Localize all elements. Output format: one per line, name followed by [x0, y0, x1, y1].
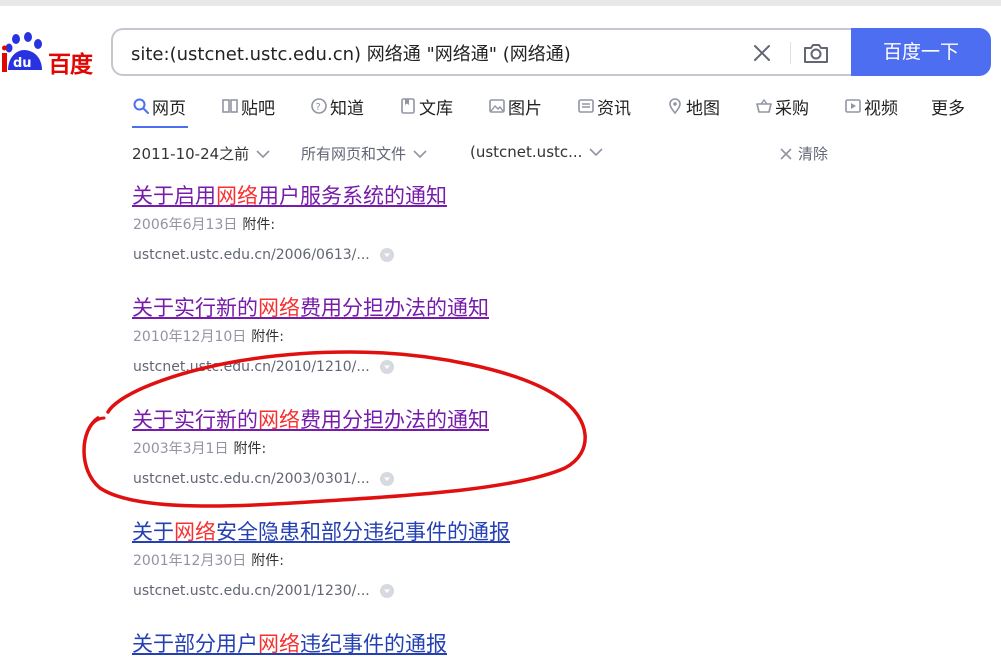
site-filter[interactable]: (ustcnet.ustc...: [470, 143, 604, 161]
tab-more[interactable]: 更多: [931, 93, 965, 119]
close-icon: [780, 147, 792, 160]
result-title-link[interactable]: 关于实行新的网络费用分担办法的通知: [132, 404, 489, 434]
search-input[interactable]: [131, 41, 731, 65]
result-date: 2010年12月10日: [133, 329, 247, 345]
url-dropdown-icon[interactable]: [379, 360, 394, 374]
image-icon: [489, 99, 505, 113]
tab-purchase[interactable]: 采购: [755, 93, 809, 119]
tab-news[interactable]: 资讯: [577, 93, 631, 119]
play-icon: [845, 99, 861, 113]
tab-tieba[interactable]: 贴吧: [221, 93, 275, 119]
result-attachment: 附件:: [233, 441, 267, 457]
result-meta: 2003年3月1日 附件:: [133, 438, 266, 458]
search-icon: [133, 98, 149, 114]
map-pin-icon: [669, 98, 681, 115]
top-border: [0, 0, 1001, 6]
chevron-down-icon: [589, 148, 604, 157]
clear-filter-button[interactable]: 清除: [778, 143, 828, 164]
active-tab-indicator: [132, 126, 188, 128]
question-icon: ?: [311, 98, 327, 114]
tab-zhidao[interactable]: ? 知道: [310, 93, 364, 119]
document-icon: [401, 98, 415, 114]
tab-images[interactable]: 图片: [488, 93, 542, 119]
result-url[interactable]: ustcnet.ustc.edu.cn/2006/0613/...: [133, 247, 394, 263]
camera-icon[interactable]: [801, 38, 831, 68]
result-title-link[interactable]: 关于网络安全隐患和部分违纪事件的通报: [132, 516, 510, 546]
tab-video[interactable]: 视频: [844, 93, 898, 119]
result-date: 2006年6月13日: [133, 217, 238, 233]
logo-text: 百度: [48, 52, 93, 78]
tab-wenku[interactable]: 文库: [399, 93, 453, 119]
result-url[interactable]: ustcnet.ustc.edu.cn/2010/1210/...: [133, 359, 394, 375]
tieba-icon: [222, 99, 238, 113]
result-url[interactable]: ustcnet.ustc.edu.cn/2001/1230/...: [133, 583, 394, 599]
result-meta: 2001年12月30日 附件:: [133, 550, 284, 570]
result-date: 2001年12月30日: [133, 553, 247, 569]
close-icon[interactable]: [749, 40, 775, 66]
time-filter[interactable]: 2011-10-24之前: [132, 143, 271, 164]
news-icon: [578, 99, 594, 113]
result-attachment: 附件:: [251, 329, 284, 345]
type-filter[interactable]: 所有网页和文件: [301, 143, 428, 164]
result-url[interactable]: ustcnet.ustc.edu.cn/2003/0301/...: [133, 471, 394, 487]
svg-text:du: du: [13, 56, 32, 71]
url-dropdown-icon[interactable]: [379, 248, 394, 262]
tab-web[interactable]: 网页: [132, 93, 186, 119]
chevron-down-icon: [256, 149, 270, 158]
url-dropdown-icon[interactable]: [379, 584, 394, 598]
url-dropdown-icon[interactable]: [379, 472, 394, 486]
result-title-link[interactable]: 关于部分用户网络违纪事件的通报: [132, 628, 447, 658]
divider: [790, 42, 791, 64]
result-date: 2003年3月1日: [133, 441, 229, 457]
result-title-link[interactable]: 关于实行新的网络费用分担办法的通知: [132, 292, 489, 322]
result-title-link[interactable]: 关于启用网络用户服务系统的通知: [132, 180, 447, 210]
result-meta: 2010年12月10日 附件:: [133, 326, 284, 346]
paw-icon: du: [2, 32, 42, 72]
basket-icon: [756, 98, 772, 113]
tab-map[interactable]: 地图: [666, 93, 720, 119]
result-attachment: 附件:: [251, 553, 284, 569]
svg-text:?: ?: [316, 102, 321, 113]
result-attachment: 附件:: [242, 217, 276, 233]
chevron-down-icon: [413, 149, 427, 158]
baidu-logo[interactable]: du 百度: [2, 30, 94, 78]
search-box: [111, 28, 851, 76]
result-meta: 2006年6月13日 附件:: [133, 214, 275, 234]
search-button[interactable]: 百度一下: [851, 28, 991, 76]
